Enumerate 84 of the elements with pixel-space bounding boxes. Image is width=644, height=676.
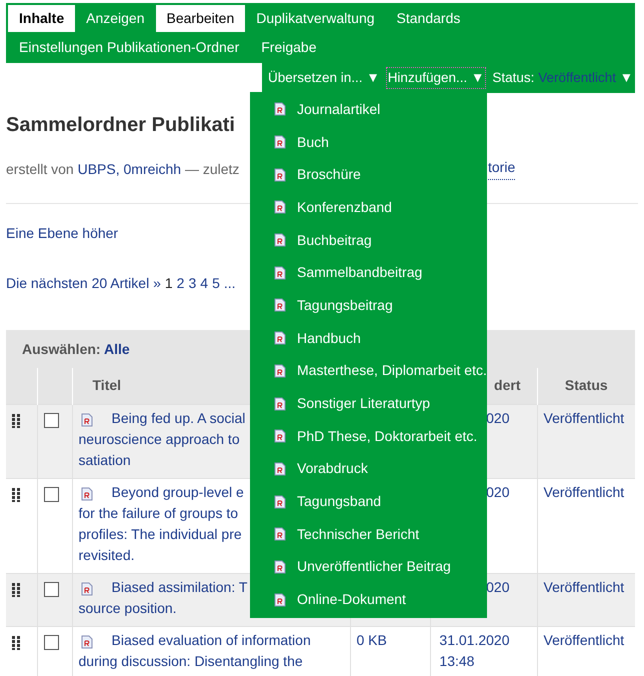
row-checkbox[interactable] xyxy=(44,412,58,428)
menu-item[interactable]: Konferenzband xyxy=(250,191,487,224)
menu-item[interactable]: PhD These, Doktorarbeit etc. xyxy=(250,420,487,453)
date-cell-text: 31.01.2020 xyxy=(439,630,510,650)
row-checkbox[interactable] xyxy=(44,582,58,596)
document-icon xyxy=(274,527,286,542)
menu-item[interactable]: Handbuch xyxy=(250,322,487,354)
page-link[interactable]: 2 xyxy=(176,273,184,294)
row-checkbox[interactable] xyxy=(44,486,58,502)
dropdown-button[interactable]: Hinzufügen... ▼ xyxy=(386,66,486,90)
menu-item[interactable]: Journalartikel xyxy=(250,93,487,126)
item-title-link[interactable]: Being fed up. A social neuroscience approach to satiation xyxy=(78,408,246,470)
document-icon xyxy=(274,494,286,509)
size-cell: 0 KB xyxy=(356,632,387,648)
document-icon xyxy=(274,168,286,182)
document-icon xyxy=(80,582,92,596)
parent-folder-link[interactable]: Eine Ebene höher xyxy=(6,223,118,244)
item-title-link[interactable]: Beyond group-level e for the failure of groups to profiles: The individual pre revisited. xyxy=(78,482,244,566)
menu-item[interactable]: Buchbeitrag xyxy=(250,224,487,256)
document-icon xyxy=(274,298,286,312)
drag-handle-icon[interactable] xyxy=(12,488,20,502)
select-all-link[interactable]: Alle xyxy=(104,340,130,356)
tab[interactable]: Standards xyxy=(386,5,472,32)
tab[interactable]: Freigabe xyxy=(250,34,328,61)
item-title-link[interactable]: Biased assimilation: T source position. xyxy=(78,576,248,618)
document-icon xyxy=(274,560,286,574)
document-icon xyxy=(80,412,92,426)
document-icon xyxy=(274,364,286,378)
page-title: Sammelordner Publikati xyxy=(6,113,236,138)
document-icon xyxy=(80,486,92,500)
date-cell-text: 020 xyxy=(486,482,510,502)
drag-handle-icon[interactable] xyxy=(12,582,20,596)
menu-item[interactable]: Sammelbandbeitrag xyxy=(250,256,487,290)
menu-item[interactable]: Broschüre xyxy=(250,158,487,192)
menu-item[interactable]: Buch xyxy=(250,126,487,158)
time-cell-text: 13:48 xyxy=(439,652,476,670)
author-link[interactable]: UBPS, 0mreichh xyxy=(78,161,182,177)
tab[interactable]: Anzeigen xyxy=(75,5,156,32)
tab[interactable]: Duplikatverwaltung xyxy=(245,5,386,32)
select-label: Auswählen: xyxy=(22,340,101,356)
tab[interactable]: Bearbeiten xyxy=(156,5,246,32)
menu-item[interactable]: Technischer Bericht xyxy=(250,518,487,551)
column-header[interactable]: Status xyxy=(537,368,636,404)
menu-item[interactable]: Sonstiger Literaturtyp xyxy=(250,387,487,420)
drag-handle-icon[interactable] xyxy=(12,636,20,650)
menu-item[interactable]: Tagungsband xyxy=(250,485,487,518)
document-icon xyxy=(80,634,92,648)
item-title-link[interactable]: Biased evaluation of information during discussion: Disentangling the xyxy=(78,630,311,672)
next-page-link[interactable]: Die nächsten 20 Artikel » xyxy=(6,273,161,294)
tab[interactable]: Einstellungen Publikationen-Ordner xyxy=(8,34,250,61)
pagination-ellipsis: ... xyxy=(224,274,236,293)
date-cell-text: 020 xyxy=(486,578,510,596)
status-link[interactable]: Veröffentlicht xyxy=(544,632,624,648)
status-dropdown[interactable]: Status: Veröffentlicht ▼ xyxy=(492,68,634,88)
drag-handle-icon[interactable] xyxy=(12,414,20,428)
dropdown-button[interactable]: Übersetzen in... ▼ xyxy=(266,66,382,90)
document-icon xyxy=(274,429,286,444)
menu-item[interactable]: Tagungsbeitrag xyxy=(250,289,487,322)
document-icon xyxy=(274,102,286,116)
row-checkbox[interactable] xyxy=(44,634,58,650)
page-link[interactable]: 3 xyxy=(188,273,196,294)
page-link[interactable]: 4 xyxy=(200,273,208,294)
menu-item[interactable]: Online-Dokument xyxy=(250,583,487,616)
history-link[interactable]: torie xyxy=(488,159,516,180)
menu-item[interactable]: Vorabdruck xyxy=(250,452,487,486)
menu-item[interactable]: Masterthese, Diplomarbeit etc. xyxy=(250,354,487,388)
document-icon xyxy=(274,135,286,150)
status-link[interactable]: Veröffentlicht xyxy=(544,578,624,594)
column-header[interactable]: Titel xyxy=(92,377,122,394)
menu-item[interactable]: Unveröffentlicher Beitrag xyxy=(250,550,487,584)
page-link[interactable]: 5 xyxy=(212,273,220,294)
document-icon xyxy=(274,200,286,214)
tab[interactable]: Inhalte xyxy=(8,5,76,32)
date-cell-text: 020 xyxy=(486,408,510,428)
status-link[interactable]: Veröffentlicht xyxy=(544,484,624,500)
document-icon xyxy=(274,266,286,280)
document-icon xyxy=(274,396,286,411)
document-icon xyxy=(274,331,286,346)
status-link[interactable]: Veröffentlicht xyxy=(544,410,624,426)
document-icon xyxy=(274,233,286,248)
column-header[interactable]: dert xyxy=(494,377,520,394)
document-icon xyxy=(274,462,286,476)
page-link[interactable]: 1 xyxy=(164,273,173,294)
document-icon xyxy=(274,592,286,607)
